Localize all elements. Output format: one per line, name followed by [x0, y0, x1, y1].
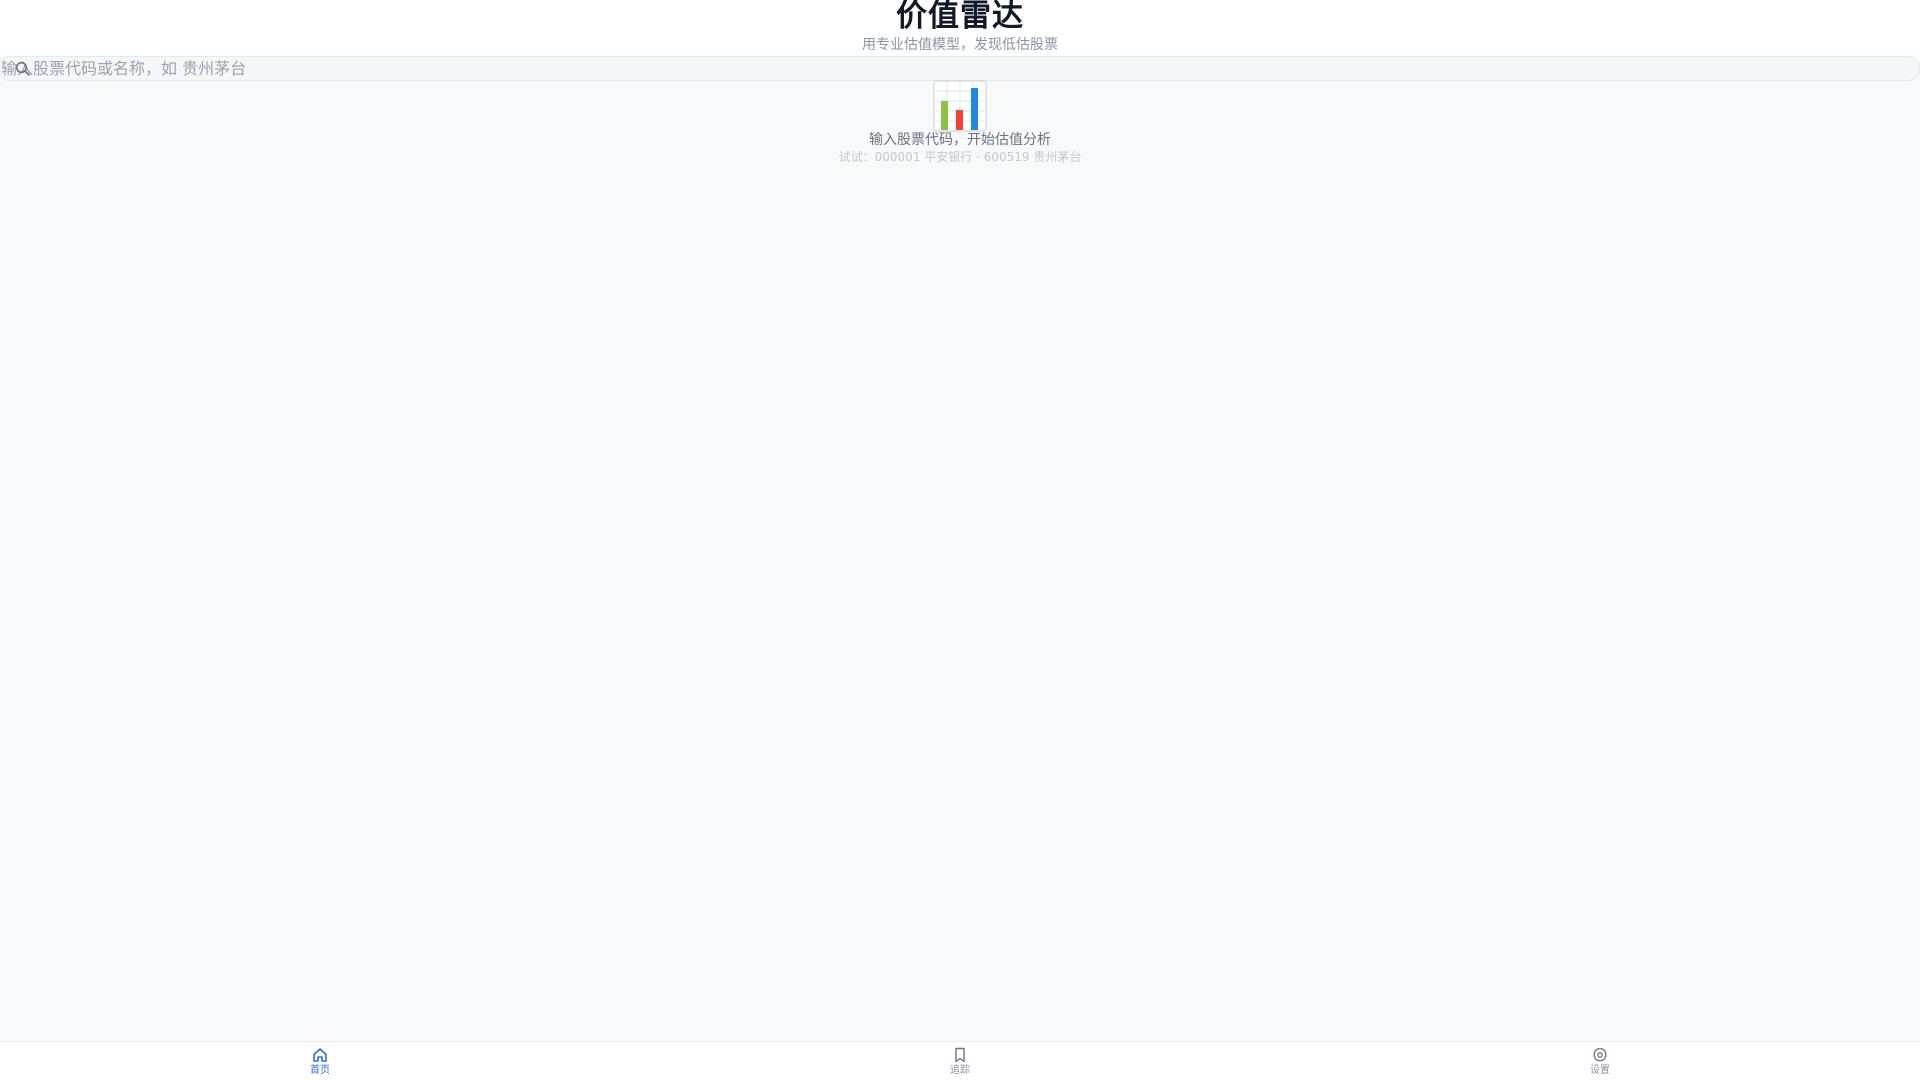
empty-state-hint: 试试：000001 平安银行 · 600519 贵州茅台 [838, 150, 1082, 164]
bottom-tab-bar: 首页 追踪 设置 [0, 1041, 1920, 1080]
bar-chart-icon [932, 80, 988, 132]
tab-track-label: 追踪 [950, 1065, 970, 1076]
search-input[interactable] [1, 57, 1901, 80]
tab-home[interactable]: 首页 [260, 1042, 380, 1080]
home-icon [313, 1048, 327, 1062]
tab-home-label: 首页 [310, 1065, 330, 1076]
search-bar[interactable] [0, 56, 1920, 81]
header: 价值雷达 用专业估值模型，发现低估股票 [0, 0, 1920, 56]
empty-state-title: 输入股票代码，开始估值分析 [869, 132, 1051, 148]
page-subtitle: 用专业估值模型，发现低估股票 [862, 37, 1058, 53]
tab-settings-label: 设置 [1590, 1065, 1610, 1076]
app-root: 价值雷达 用专业估值模型，发现低估股票 输入股票代码或名称，如 贵州茅台 输入股… [0, 0, 1920, 1080]
tab-track[interactable]: 追踪 [900, 1042, 1020, 1080]
page-title: 价值雷达 [896, 0, 1024, 34]
gear-icon [1593, 1047, 1607, 1062]
tab-settings[interactable]: 设置 [1540, 1042, 1660, 1080]
search-icon [15, 61, 31, 77]
bookmark-icon [955, 1047, 965, 1063]
